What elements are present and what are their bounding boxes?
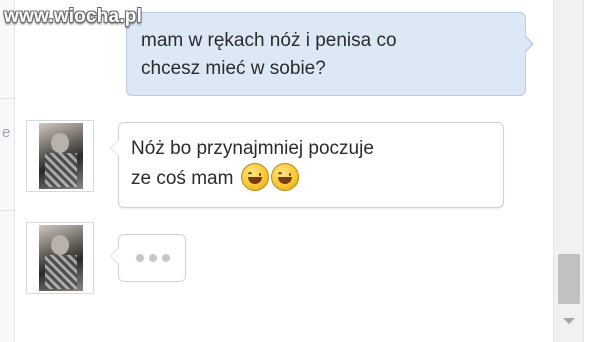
bubble-tail [110, 247, 119, 265]
left-panel-text-fragment: e [2, 124, 11, 141]
window-edge [583, 0, 598, 342]
typing-dot [149, 254, 157, 262]
profile-photo [39, 123, 83, 189]
left-panel-edge: e [0, 0, 15, 342]
avatar[interactable] [26, 222, 94, 294]
typing-dots [136, 254, 170, 262]
message-line: mam w rękach nóż i penisa co [141, 30, 397, 51]
scroll-thumb[interactable] [558, 254, 580, 304]
bubble-tail [524, 35, 534, 53]
laughing-tears-emoji-icon [240, 163, 269, 191]
watermark: www.wiocha.pl [4, 6, 143, 27]
typing-dot [162, 254, 170, 262]
incoming-message-bubble: Nóż bo przynajmniej poczuje ze coś mam [110, 122, 504, 208]
chevron-down-icon[interactable] [563, 318, 575, 324]
message-line: chcesz mieć w sobie? [141, 58, 326, 79]
message-text: ze coś mam [131, 168, 234, 189]
divider [0, 98, 14, 99]
typing-indicator-bubble [110, 234, 186, 282]
message-line: Nóż bo przynajmniej poczuje [131, 138, 374, 159]
typing-dot [136, 254, 144, 262]
avatar[interactable] [26, 120, 94, 192]
bubble-tail [110, 139, 119, 157]
outgoing-message-bubble: mam w rękach nóż i penisa co chcesz mieć… [126, 12, 534, 96]
vertical-scrollbar[interactable] [553, 0, 583, 342]
message-line-with-emoji: ze coś mam [131, 163, 491, 193]
laughing-tears-emoji-icon [270, 163, 299, 191]
divider [0, 210, 14, 211]
profile-photo [39, 225, 83, 291]
